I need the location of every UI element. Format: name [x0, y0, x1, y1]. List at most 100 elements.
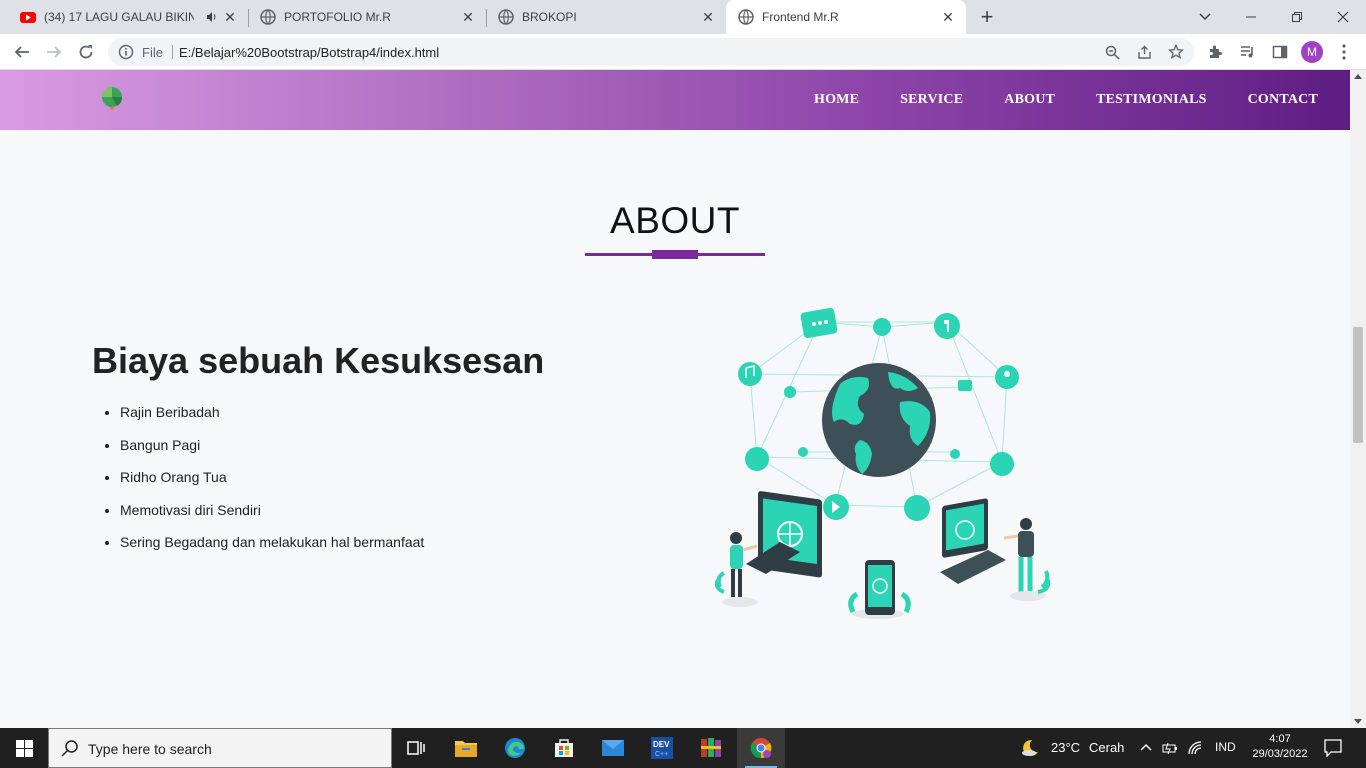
site-logo[interactable] [97, 85, 127, 115]
globe-icon [738, 9, 754, 25]
globe-icon [260, 9, 276, 25]
side-panel-button[interactable] [1268, 40, 1292, 64]
task-view-button[interactable] [392, 728, 440, 768]
close-icon [1337, 11, 1349, 23]
weather-temp[interactable]: 23°C [1051, 740, 1080, 755]
list-item: Memotivasi diri Sendiri [120, 501, 424, 534]
tab-title: Frontend Mr.R [762, 10, 839, 24]
chevron-up-icon[interactable] [1140, 742, 1152, 754]
edge-icon [505, 738, 525, 758]
playlist-icon [1241, 46, 1253, 58]
minimize-button[interactable] [1228, 0, 1274, 34]
about-headline: Biaya sebuah Kesuksesan [92, 340, 545, 381]
menu-button[interactable] [1332, 40, 1356, 64]
nav-testimonials[interactable]: TESTIMONIALS [1096, 92, 1207, 108]
close-window-button[interactable] [1320, 0, 1366, 34]
media-button[interactable] [1236, 40, 1260, 64]
scroll-down-arrow-icon[interactable] [1354, 719, 1362, 724]
list-item: Sering Begadang dan melakukan hal berman… [120, 533, 424, 566]
close-tab-icon[interactable]: ✕ [460, 9, 476, 25]
tab-search-button[interactable] [1182, 0, 1228, 34]
chrome-icon [750, 738, 772, 759]
mail-icon [602, 740, 624, 756]
store-icon [555, 739, 573, 757]
youtube-icon [20, 12, 36, 23]
svg-text:C++: C++ [655, 751, 668, 758]
weather-desc[interactable]: Cerah [1089, 740, 1124, 755]
mail-button[interactable] [589, 728, 637, 768]
search-icon [61, 740, 78, 757]
tab-brokopi[interactable]: BROKOPI ✕ [486, 0, 726, 34]
language-indicator[interactable]: IND [1215, 740, 1236, 754]
list-item: Bangun Pagi [120, 436, 424, 469]
page-scrollbar[interactable] [1350, 70, 1366, 728]
reload-button[interactable] [74, 40, 98, 64]
speaker-icon[interactable] [206, 11, 218, 23]
clock-time: 4:07 [1269, 733, 1291, 745]
address-bar[interactable]: File E:/Belajar%20Bootstrap/Botstrap4/in… [108, 38, 1194, 66]
address-divider [172, 45, 173, 59]
weather-moon-icon[interactable] [1020, 738, 1040, 758]
tab-title: PORTOFOLIO Mr.R [284, 10, 391, 24]
edge-button[interactable] [491, 728, 539, 768]
nav-home[interactable]: HOME [814, 92, 859, 108]
info-icon[interactable] [118, 44, 134, 60]
scroll-thumb[interactable] [1353, 327, 1363, 443]
globe-icon [498, 9, 514, 25]
winrar-button[interactable] [687, 728, 735, 768]
profile-avatar[interactable]: M [1301, 41, 1323, 63]
dev-app-icon: DEV C++ [651, 737, 673, 759]
side-panel-icon [1272, 45, 1288, 59]
devcpp-button[interactable]: DEV C++ [638, 728, 686, 768]
file-explorer-button[interactable] [442, 728, 490, 768]
battery-icon[interactable] [1162, 741, 1178, 755]
nav-menu: HOME SERVICE ABOUT TESTIMONIALS CONTACT [773, 70, 1318, 130]
minimize-icon [1246, 16, 1256, 18]
nav-service[interactable]: SERVICE [900, 92, 963, 108]
notification-icon[interactable] [1324, 739, 1342, 757]
section-title: ABOUT [610, 200, 740, 241]
svg-text:DEV: DEV [653, 740, 670, 749]
tab-frontend[interactable]: Frontend Mr.R ✕ [726, 0, 966, 34]
clock-date: 29/03/2022 [1252, 748, 1308, 760]
about-list: Rajin Beribadah Bangun Pagi Ridho Orang … [120, 403, 424, 566]
wifi-icon[interactable] [1188, 741, 1204, 755]
star-icon[interactable] [1168, 44, 1184, 60]
tab-portofolio[interactable]: PORTOFOLIO Mr.R ✕ [248, 0, 486, 34]
forward-button[interactable] [42, 40, 66, 64]
site-navbar: HOME SERVICE ABOUT TESTIMONIALS CONTACT [0, 70, 1350, 130]
books-app-icon [701, 738, 721, 757]
new-tab-button[interactable]: + [976, 6, 998, 29]
url-text[interactable]: E:/Belajar%20Bootstrap/Botstrap4/index.h… [179, 45, 439, 60]
store-button[interactable] [540, 728, 588, 768]
arrow-right-icon [47, 46, 62, 58]
nav-contact[interactable]: CONTACT [1248, 92, 1318, 108]
title-underline-accent [652, 250, 698, 259]
list-item: Ridho Orang Tua [120, 468, 424, 501]
restore-button[interactable] [1274, 0, 1320, 34]
chrome-button[interactable] [737, 728, 785, 768]
task-view-icon [407, 741, 425, 755]
puzzle-icon [1210, 45, 1222, 58]
tab-youtube[interactable]: (34) 17 LAGU GALAU BIKIN B ✕ [0, 0, 248, 34]
clock[interactable]: 4:07 29/03/2022 [1250, 732, 1310, 762]
zoom-icon[interactable] [1105, 45, 1120, 60]
list-item: Rajin Beribadah [120, 403, 424, 436]
start-button[interactable] [0, 728, 48, 768]
windows-logo-icon [15, 739, 33, 757]
tab-title: BROKOPI [522, 10, 577, 24]
taskbar-search[interactable]: Type here to search [48, 728, 392, 768]
extensions-button[interactable] [1204, 40, 1228, 64]
reload-icon [79, 45, 93, 59]
close-tab-icon[interactable]: ✕ [940, 9, 956, 25]
search-placeholder: Type here to search [88, 741, 212, 757]
nav-about[interactable]: ABOUT [1004, 92, 1055, 108]
chevron-down-icon [1199, 13, 1211, 21]
scroll-up-arrow-icon[interactable] [1354, 74, 1362, 79]
close-tab-icon[interactable]: ✕ [222, 9, 238, 25]
back-button[interactable] [10, 40, 34, 64]
close-tab-icon[interactable]: ✕ [700, 9, 716, 25]
arrow-left-icon [14, 46, 29, 58]
share-icon[interactable] [1137, 45, 1152, 60]
windows-taskbar: Type here to search DEV C++ 23°C Cerah IN… [0, 728, 1366, 768]
